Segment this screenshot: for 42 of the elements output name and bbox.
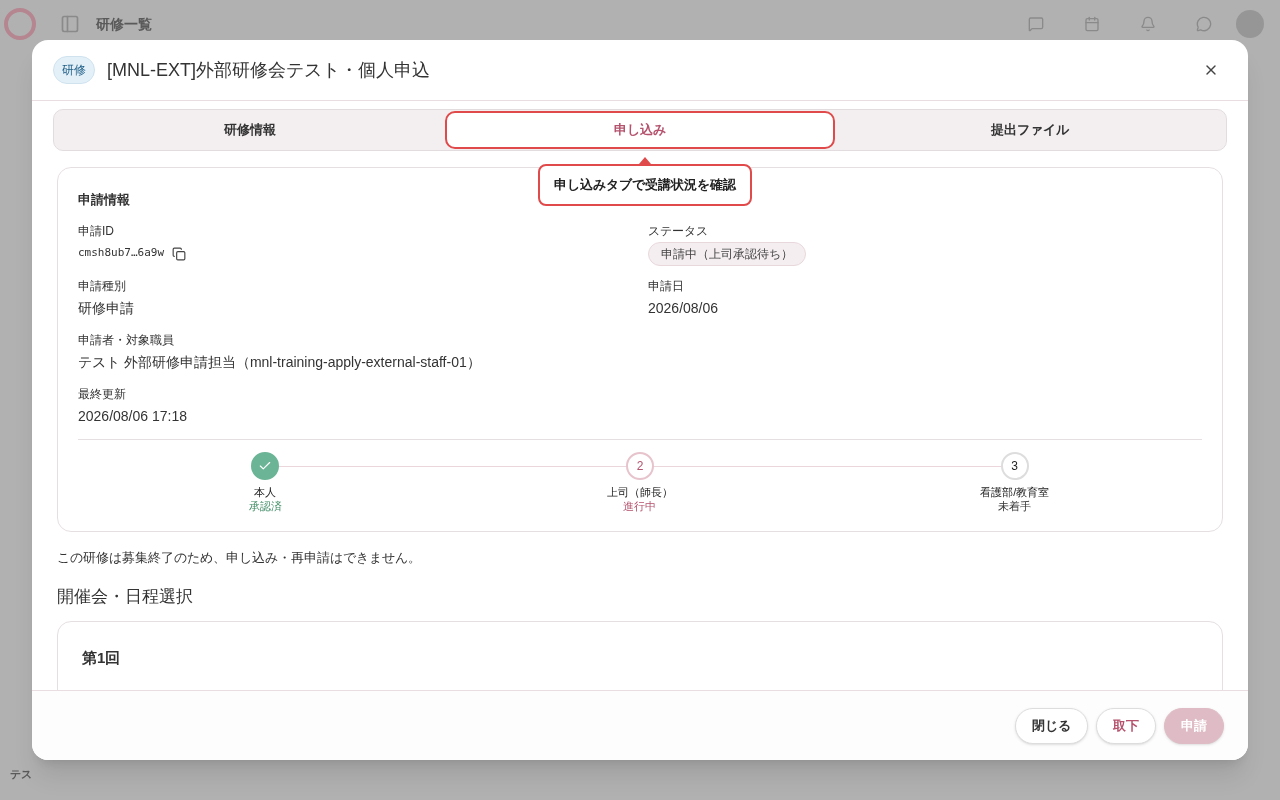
field-label: 申請ID — [78, 222, 115, 240]
step-state: 承認済 — [248, 500, 282, 513]
step-name: 本人 — [254, 484, 277, 500]
footer-button[interactable]: 閉じる — [1015, 707, 1088, 744]
field-value: cmsh8ub7…6a9w — [78, 245, 165, 262]
step-name: 看護部/教育室 — [980, 484, 1050, 500]
avatar[interactable] — [1236, 10, 1264, 38]
status-badge: 申請中（上司承認待ち） — [648, 241, 806, 266]
field-label: 最終更新 — [78, 385, 127, 403]
user-initials: テス — [10, 767, 32, 782]
notice-text: この研修は募集終了のため、申し込み・再申請はできません。 — [57, 549, 422, 567]
field-value: 2026/08/06 17:18 — [78, 406, 188, 426]
step-state: 未着手 — [998, 500, 1032, 513]
field-label: 申請種別 — [78, 277, 127, 295]
dialog-title: [MNL-EXT]外部研修会テスト・個人申込 — [107, 58, 430, 82]
page-title: 研修一覧 — [96, 14, 152, 34]
step-marker: 2 — [626, 451, 654, 480]
tab[interactable]: 申し込み — [445, 111, 835, 149]
sidebar-toggle-icon[interactable] — [60, 14, 80, 34]
field-label: 申請日 — [648, 277, 685, 295]
section-title: 開催会・日程選択 — [57, 585, 194, 608]
bell-icon[interactable] — [1140, 16, 1156, 32]
field-value: 研修申請 — [78, 298, 135, 318]
logo-icon — [4, 8, 36, 40]
field-label: ステータス — [648, 222, 709, 240]
section-heading: 申請情報 — [78, 191, 131, 209]
field-value: 2026/08/06 — [648, 298, 720, 318]
copy-icon[interactable] — [172, 246, 187, 261]
session-title: 第1回 — [82, 649, 121, 666]
field-value: テスト 外部研修申請担当（mnl-training-apply-external-staff-01） — [78, 352, 482, 372]
calendar-icon[interactable] — [1084, 16, 1100, 32]
chat-icon[interactable] — [1028, 16, 1044, 32]
step-marker: 3 — [1000, 451, 1029, 480]
callout: 申し込みタブで受講状況を確認 — [538, 164, 752, 206]
tab[interactable]: 研修情報 — [55, 111, 445, 149]
message-icon[interactable] — [1196, 16, 1212, 32]
footer-button[interactable]: 取下 — [1096, 707, 1156, 744]
category-badge: 研修 — [53, 56, 95, 84]
tab[interactable]: 提出ファイル — [835, 111, 1225, 149]
field-label: 申請者・対象職員 — [78, 331, 175, 349]
step-state: 進行中 — [623, 500, 657, 513]
step-name: 上司（師長） — [607, 484, 673, 500]
